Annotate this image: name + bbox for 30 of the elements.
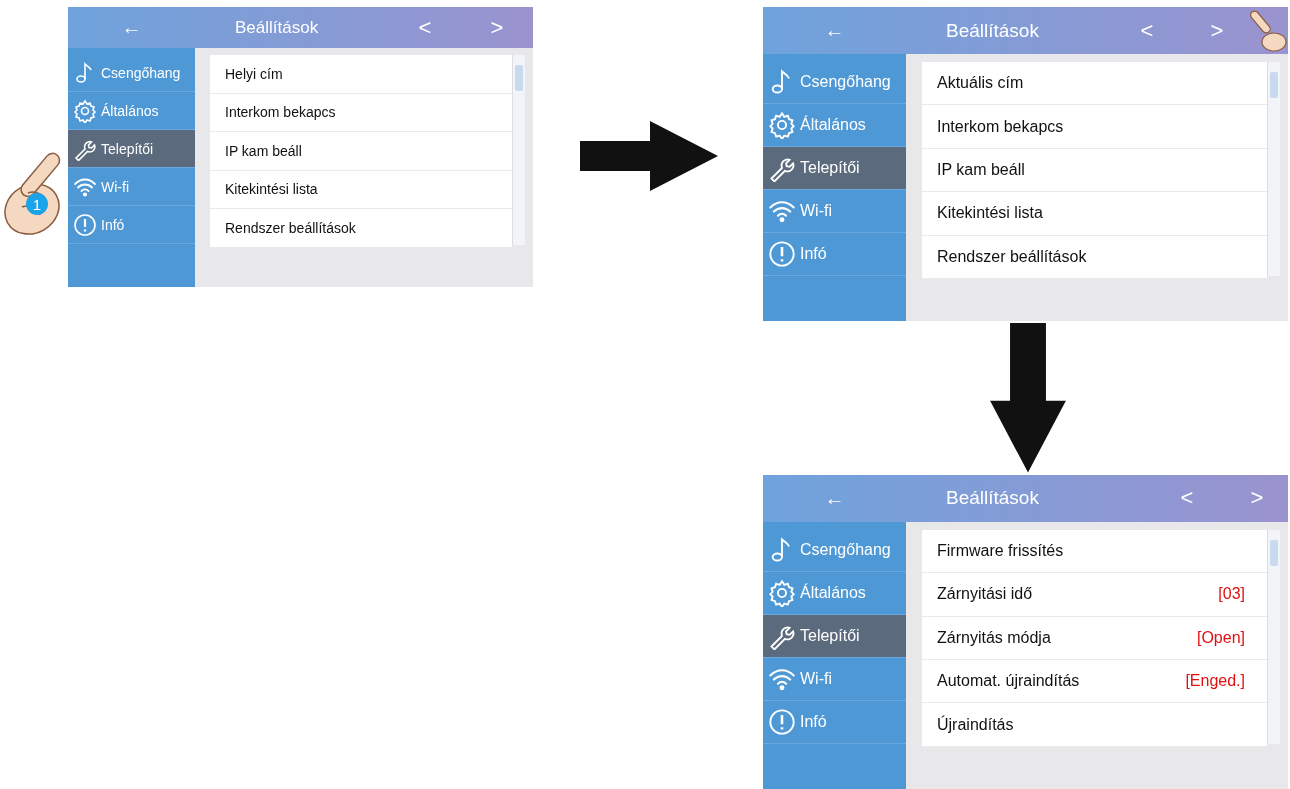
setting-value: [03] [1218, 585, 1245, 604]
next-button[interactable]: > [1226, 485, 1288, 512]
next-button[interactable]: > [1186, 17, 1248, 44]
scrollbar[interactable] [1267, 529, 1280, 744]
screen-title: Beállítások [234, 17, 320, 38]
down-arrow-icon [990, 323, 1066, 473]
hand-pointer-drawing [1248, 8, 1287, 52]
next-button[interactable]: > [461, 14, 533, 41]
previous-button[interactable]: < [389, 14, 461, 41]
sidebar-item[interactable]: Telepítői [763, 147, 906, 190]
setting-value: [Open] [1196, 628, 1245, 647]
info-icon [73, 212, 97, 237]
right-arrow-icon [580, 121, 718, 191]
scrollbar[interactable] [1267, 62, 1280, 276]
back-button[interactable]: ← [824, 19, 845, 42]
previous-button[interactable]: < [1108, 17, 1186, 44]
gear-icon [768, 578, 796, 607]
back-button[interactable]: ← [121, 16, 142, 39]
back-button[interactable]: ← [824, 486, 845, 510]
setting-value: [Enged.] [1185, 672, 1245, 691]
gear-icon [73, 98, 97, 123]
info-icon [768, 240, 796, 268]
info-icon [768, 707, 796, 736]
scrollbar[interactable] [512, 55, 525, 245]
screen-title: Beállítások [945, 487, 1040, 510]
previous-button[interactable]: < [1148, 485, 1226, 512]
sidebar-item[interactable]: Telepítői [68, 130, 195, 168]
gear-icon [768, 111, 796, 139]
sidebar-item[interactable]: Telepítői [763, 614, 906, 658]
screen-title: Beállítások [945, 19, 1040, 42]
